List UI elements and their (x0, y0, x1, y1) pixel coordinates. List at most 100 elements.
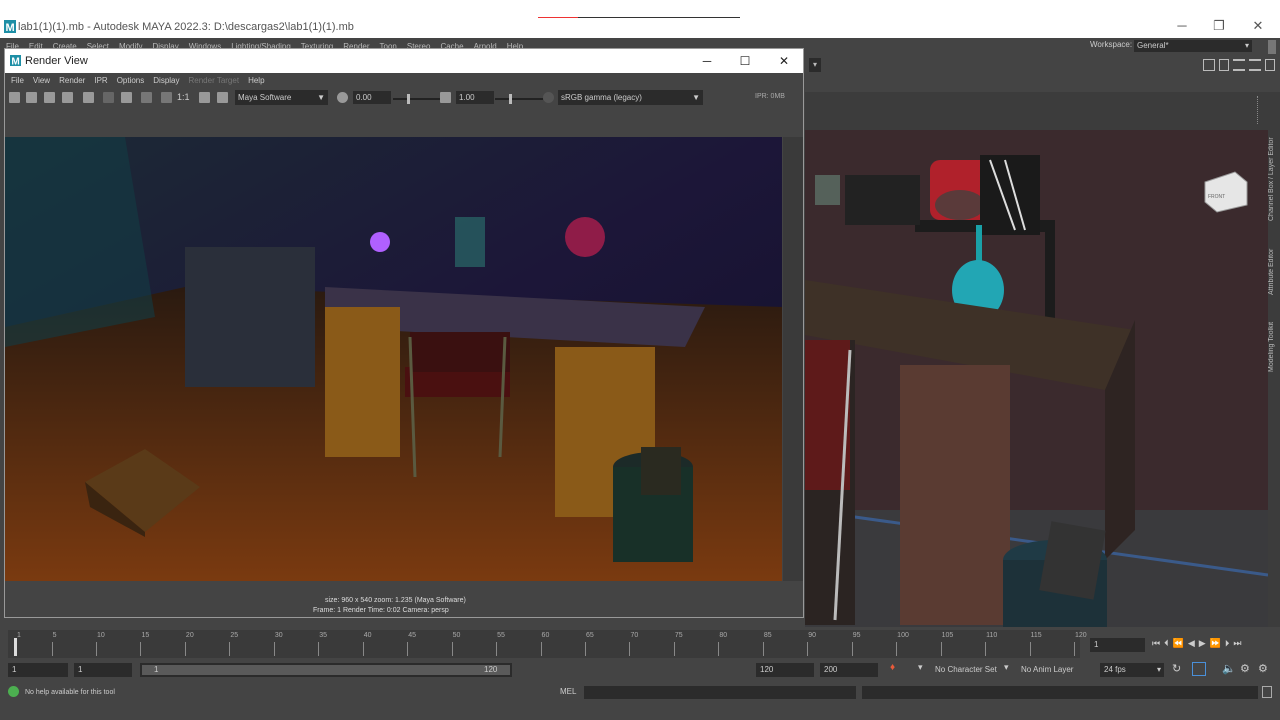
step-forward-frame-icon[interactable]: ⏩ (1210, 638, 1225, 648)
current-frame-field[interactable]: 1 (1090, 638, 1145, 652)
exposure-slider[interactable] (393, 94, 441, 104)
animation-preferences-icon[interactable]: ⚙ (1258, 662, 1268, 675)
timeline-tick-label: 35 (319, 632, 328, 639)
step-back-key-icon[interactable]: ⏴ (1164, 638, 1173, 648)
ipr-memory-label: IPR: 0MB (755, 93, 785, 100)
go-to-end-icon[interactable]: ⏭ (1233, 638, 1245, 648)
zoom-region-icon[interactable] (217, 92, 228, 103)
gamma-slider[interactable] (495, 94, 543, 104)
tab-modeling-toolkit[interactable]: Modeling Toolkit (1268, 317, 1280, 377)
chevron-down-icon[interactable]: ▾ (809, 58, 821, 72)
timeline-tick (1029, 642, 1031, 656)
gamma-field[interactable]: 1.00 (456, 91, 494, 104)
render-image[interactable] (5, 137, 782, 581)
render-menu-ipr[interactable]: IPR (94, 73, 107, 89)
timeline-tick-label: 95 (852, 632, 861, 639)
current-time-marker[interactable] (14, 638, 17, 656)
render-menu-render[interactable]: Render (59, 73, 85, 89)
timeline-tick (585, 642, 586, 656)
toolbar-handle[interactable] (1257, 96, 1261, 124)
zoom-fit-icon[interactable] (199, 92, 210, 103)
render-region-icon[interactable] (26, 92, 37, 103)
outliner-icon[interactable] (1249, 59, 1261, 71)
ipr-icon[interactable] (62, 92, 73, 103)
keep-image-icon[interactable] (161, 92, 172, 103)
exposure-field[interactable]: 0.00 (353, 91, 391, 104)
play-backward-icon[interactable]: ◀ (1188, 638, 1199, 648)
renderer-dropdown[interactable]: Maya Software ▼ (235, 90, 328, 105)
range-slider[interactable]: 1 120 (140, 663, 512, 677)
viewcube-label: FRONT (1208, 194, 1225, 200)
timeline-tick (1074, 642, 1075, 656)
snapshot-icon[interactable] (44, 92, 55, 103)
display-settings-icon[interactable] (121, 92, 132, 103)
panel-icon[interactable] (1219, 59, 1229, 71)
tab-channel-box[interactable]: Channel Box / Layer Editor (1268, 132, 1280, 227)
render-menu-view[interactable]: View (33, 73, 50, 89)
start-time-field[interactable]: 1 (8, 663, 68, 677)
color-space-dropdown[interactable]: sRGB gamma (legacy) ▼ (558, 90, 703, 105)
render-menu-help[interactable]: Help (248, 73, 264, 89)
loop-icon[interactable]: ↻ (1172, 662, 1181, 675)
range-slider-bar: 1 1 1 120 120 200 ♦ ▾ No Character Set ▾… (0, 658, 1280, 682)
maximize-button[interactable]: ❐ (1210, 18, 1228, 34)
minimize-button[interactable]: ─ (1173, 18, 1191, 34)
slider-knob[interactable] (407, 94, 410, 104)
character-set-dropdown[interactable]: No Character Set (935, 665, 997, 674)
slider-knob[interactable] (509, 94, 512, 104)
script-editor-icon[interactable] (1262, 686, 1272, 698)
timeline-tick-label: 75 (674, 632, 683, 639)
playback-end-field[interactable]: 120 (756, 663, 814, 677)
layout-icon[interactable] (1203, 59, 1215, 71)
tab-attribute-editor[interactable]: Attribute Editor (1268, 242, 1280, 302)
end-time-field[interactable]: 200 (820, 663, 878, 677)
refresh-ipr-icon[interactable] (83, 92, 94, 103)
go-to-start-icon[interactable]: ⏮ (1152, 638, 1164, 648)
chevron-down-icon: ▼ (692, 93, 700, 102)
script-language-button[interactable]: MEL (560, 687, 576, 696)
sound-icon[interactable]: 🔈 (1222, 662, 1236, 675)
render-image-scrollbar[interactable] (783, 137, 803, 581)
playback-start-field[interactable]: 1 (74, 663, 132, 677)
shelf-toggle-button[interactable] (1268, 40, 1276, 54)
command-input[interactable] (584, 686, 856, 699)
anim-layer-dropdown[interactable]: No Anim Layer (1021, 665, 1073, 674)
cache-icon[interactable] (1192, 662, 1206, 676)
render-menu-file[interactable]: File (11, 73, 24, 89)
step-back-frame-icon[interactable]: ⏪ (1173, 638, 1188, 648)
save-progress-fill (538, 17, 579, 18)
rgb-icon[interactable] (141, 92, 152, 103)
auto-key-icon[interactable]: ♦ (890, 662, 902, 676)
list-icon[interactable] (1233, 59, 1245, 71)
render-menu-options[interactable]: Options (117, 73, 145, 89)
timeline-tick-label: 80 (719, 632, 728, 639)
render-frame-icon[interactable] (9, 92, 20, 103)
settings-icon[interactable]: ⚙ (1240, 662, 1250, 675)
render-view-maximize-button[interactable]: ☐ (737, 53, 753, 69)
view-transform-icon[interactable] (543, 92, 554, 103)
real-size-button[interactable]: 1:1 (177, 92, 190, 102)
render-view-minimize-button[interactable]: ─ (699, 53, 715, 69)
viewport-scene[interactable]: FRONT (805, 130, 1268, 627)
workspace-selector[interactable]: Workspace: General* ▾ (1090, 40, 1260, 53)
reset-exposure-icon[interactable] (337, 92, 348, 103)
timeline-tick-label: 30 (274, 632, 283, 639)
channel-box-icon[interactable] (1265, 59, 1275, 71)
timeline-tick-label: 15 (141, 632, 150, 639)
fps-dropdown[interactable]: 24 fps ▾ (1100, 663, 1164, 677)
render-view-close-button[interactable]: ✕ (776, 53, 792, 69)
viewport-panel[interactable]: FRONT persp (805, 130, 1268, 627)
render-info-line2: Frame: 1 Render Time: 0:02 Camera: persp (313, 607, 449, 614)
play-forward-icon[interactable]: ▶ (1199, 638, 1210, 648)
time-slider[interactable]: 1 5 10 15 20 25 30 35 40 45 50 55 60 65 70 75 80 85 90 95 10… (0, 630, 1280, 658)
timeline-tick (629, 642, 631, 656)
workspace-dropdown[interactable]: General* ▾ (1134, 40, 1252, 52)
chevron-down-icon[interactable]: ▾ (1004, 662, 1009, 673)
close-button[interactable]: ✕ (1249, 18, 1267, 34)
render-menu-display[interactable]: Display (153, 73, 179, 89)
chevron-down-icon[interactable]: ▾ (918, 662, 923, 673)
chevron-down-icon: ▾ (1156, 665, 1161, 674)
range-slider-handle[interactable] (142, 665, 510, 675)
reset-gamma-icon[interactable] (440, 92, 451, 103)
timeline-tick-label: 90 (808, 632, 817, 639)
